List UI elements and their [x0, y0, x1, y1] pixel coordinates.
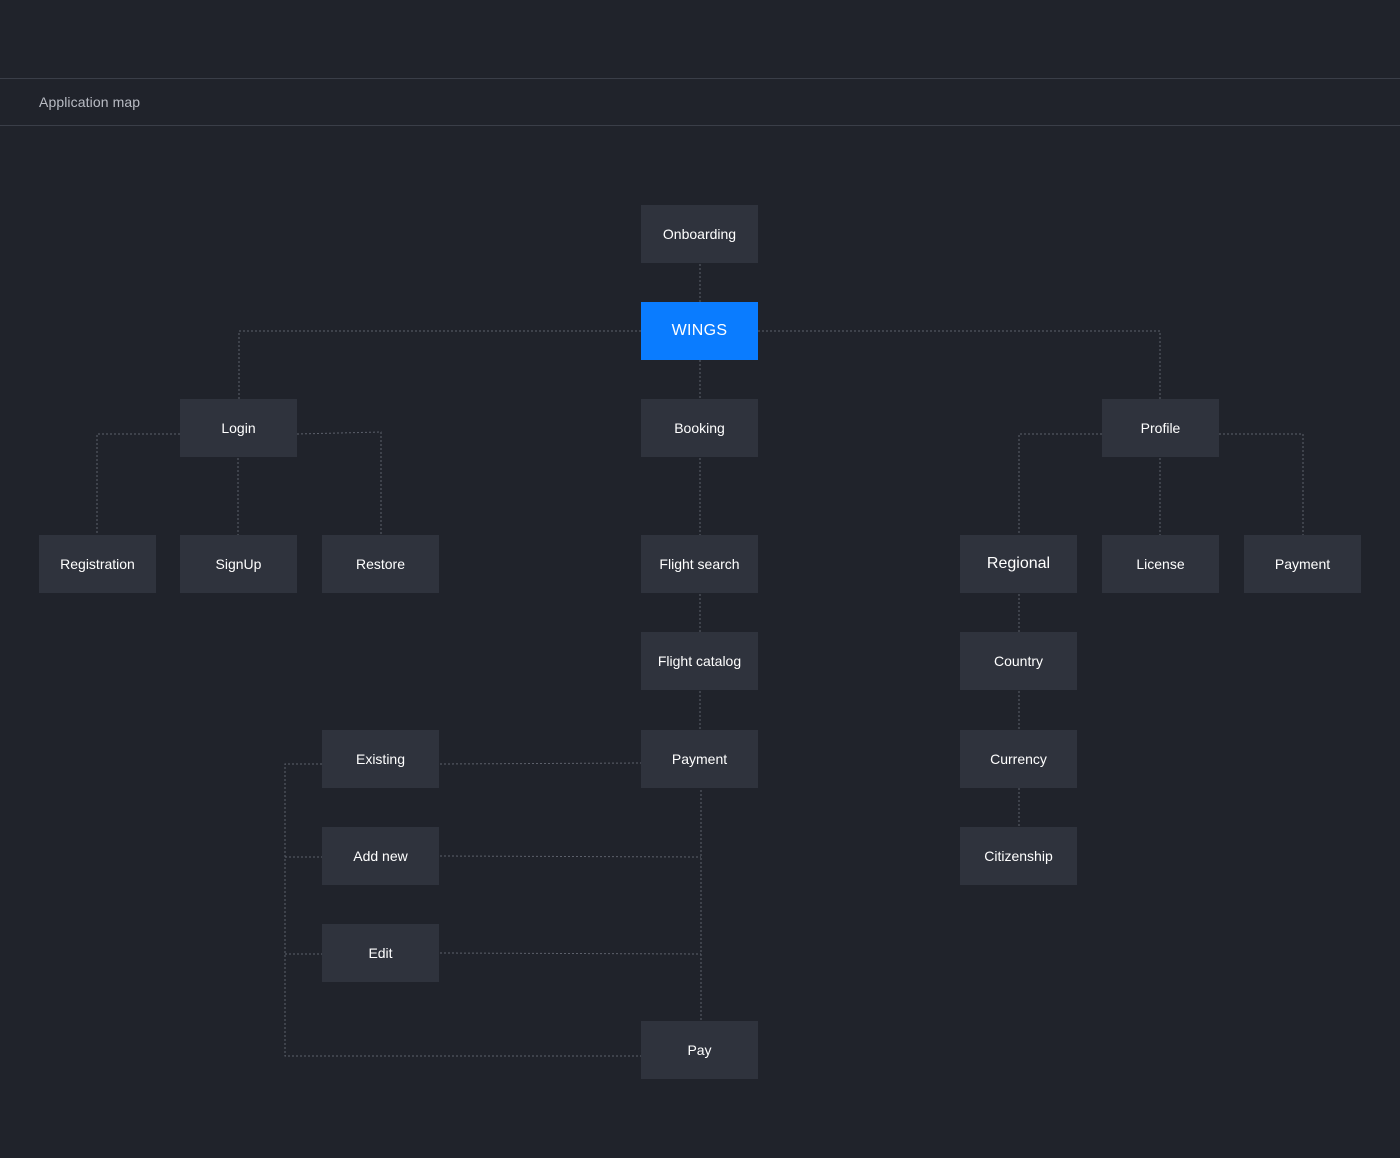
node-profile-payment[interactable]: Payment	[1244, 535, 1361, 593]
node-flight-search[interactable]: Flight search	[641, 535, 758, 593]
node-onboarding[interactable]: Onboarding	[641, 205, 758, 263]
node-profile[interactable]: Profile	[1102, 399, 1219, 457]
node-edit[interactable]: Edit	[322, 924, 439, 982]
node-existing[interactable]: Existing	[322, 730, 439, 788]
node-license[interactable]: License	[1102, 535, 1219, 593]
node-regional[interactable]: Regional	[960, 535, 1077, 593]
node-citizenship[interactable]: Citizenship	[960, 827, 1077, 885]
node-booking[interactable]: Booking	[641, 399, 758, 457]
node-pay[interactable]: Pay	[641, 1021, 758, 1079]
node-booking-payment[interactable]: Payment	[641, 730, 758, 788]
node-flight-catalog[interactable]: Flight catalog	[641, 632, 758, 690]
node-add-new[interactable]: Add new	[322, 827, 439, 885]
node-restore[interactable]: Restore	[322, 535, 439, 593]
node-wings-root[interactable]: WINGS	[641, 302, 758, 360]
node-country[interactable]: Country	[960, 632, 1077, 690]
node-currency[interactable]: Currency	[960, 730, 1077, 788]
node-registration[interactable]: Registration	[39, 535, 156, 593]
node-signup[interactable]: SignUp	[180, 535, 297, 593]
node-login[interactable]: Login	[180, 399, 297, 457]
